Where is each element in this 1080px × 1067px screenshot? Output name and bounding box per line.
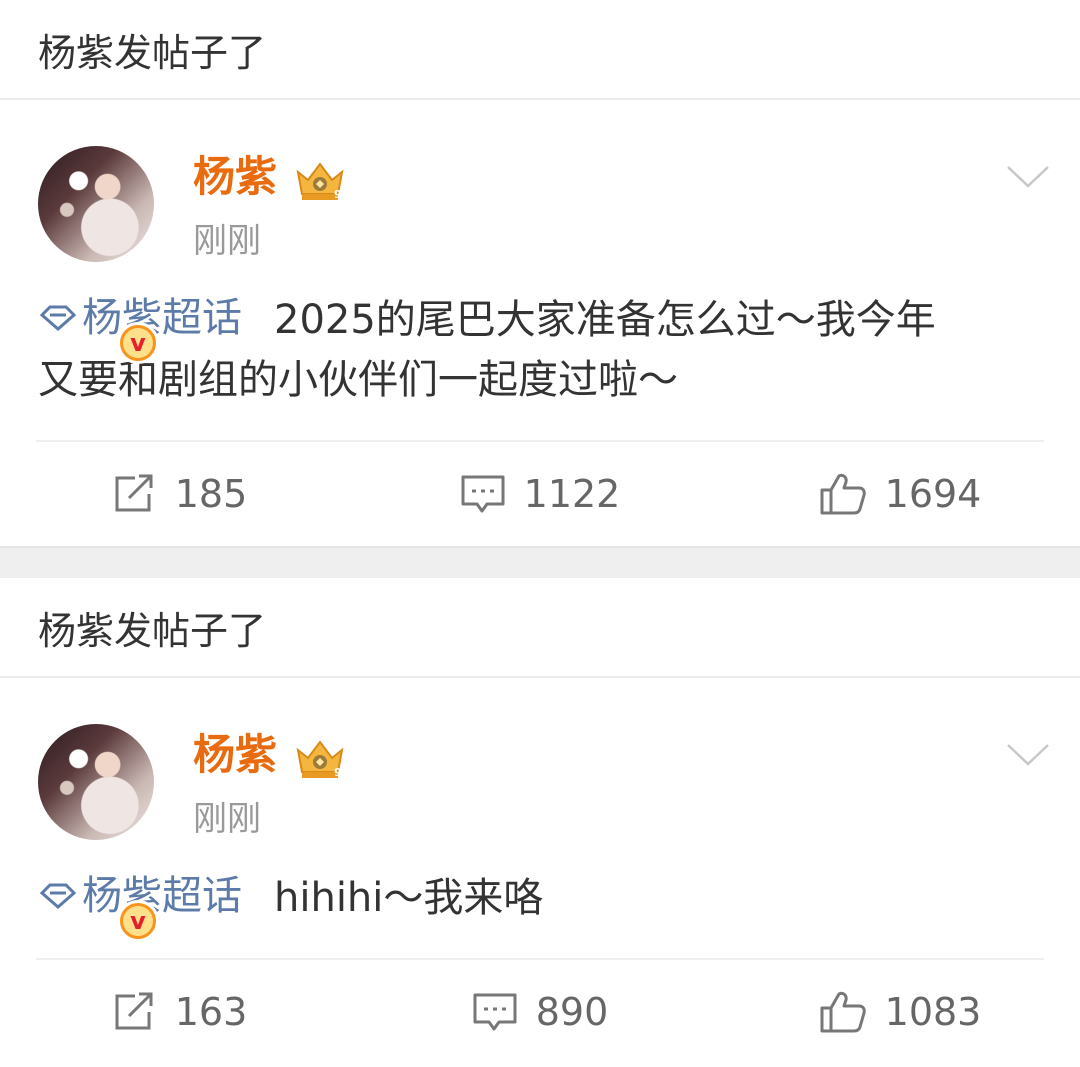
post-notice: 杨紫发帖子了 [0,0,1080,100]
repost-button[interactable]: 163 [0,990,360,1034]
post-time: 刚刚 [193,221,261,261]
post-notice-text: 杨紫发帖子了 [38,30,267,75]
crown-icon[interactable]: 9 [294,736,346,780]
author-name[interactable]: 杨紫 [193,734,277,776]
like-count: 1083 [884,990,982,1034]
crown-icon[interactable]: 9 [294,158,346,202]
post-card[interactable]: 杨紫发帖子了 v 杨紫 9 刚刚 杨紫 [0,578,1080,1064]
post-content[interactable]: 杨紫超话 2025的尾巴大家准备怎么过～我今年 又要和剧组的小伙伴们一起度过啦～ [0,260,1080,410]
post-text-line: 又要和剧组的小伙伴们一起度过啦～ [38,357,678,403]
feed: 杨紫发帖子了 v 杨紫 9 刚刚 杨紫超话 2025的尾巴大家准备怎么过～我今年… [0,0,1080,1064]
diamond-icon [39,305,77,331]
repost-icon [115,474,153,512]
topic-label: 杨紫超话 [82,295,242,341]
repost-icon [115,992,153,1030]
repost-count: 185 [174,472,248,516]
post-text-line: hihihi～我来咯 [274,875,544,921]
comment-count: 890 [535,990,609,1034]
comment-button[interactable]: 1122 [360,472,720,516]
post-content[interactable]: 杨紫超话 hihihi～我来咯 [0,838,1080,928]
svg-text:9: 9 [334,766,342,779]
author-name[interactable]: 杨紫 [193,156,277,198]
feed-separator [0,546,1080,578]
post-notice: 杨紫发帖子了 [0,578,1080,678]
action-bar: 163 890 1083 [0,960,1080,1064]
like-count: 1694 [884,472,982,516]
comment-button[interactable]: 890 [360,990,720,1034]
verified-badge-icon: v [117,900,159,942]
author-row: v 杨紫 9 刚刚 [0,100,1080,364]
topic-label: 杨紫超话 [82,873,242,919]
post-notice-text: 杨紫发帖子了 [38,608,267,653]
verified-badge-icon: v [117,322,159,364]
svg-text:9: 9 [334,188,342,201]
avatar[interactable] [38,146,154,262]
post-time: 刚刚 [193,799,261,839]
post-text-line: 2025的尾巴大家准备怎么过～我今年 [274,297,936,343]
like-icon [820,991,866,1033]
comment-count: 1122 [523,472,621,516]
chevron-down-icon[interactable] [1006,164,1050,190]
post-card[interactable]: 杨紫发帖子了 v 杨紫 9 刚刚 杨紫 [0,0,1080,546]
author-row: v 杨紫 9 刚刚 [0,678,1080,942]
like-button[interactable]: 1083 [720,990,1080,1034]
comment-icon [461,475,505,513]
action-bar: 185 1122 1694 [0,442,1080,546]
avatar[interactable] [38,724,154,840]
like-button[interactable]: 1694 [720,472,1080,516]
diamond-icon [39,883,77,909]
comment-icon [473,993,517,1031]
repost-count: 163 [174,990,248,1034]
repost-button[interactable]: 185 [0,472,360,516]
chevron-down-icon[interactable] [1006,742,1050,768]
like-icon [820,473,866,515]
